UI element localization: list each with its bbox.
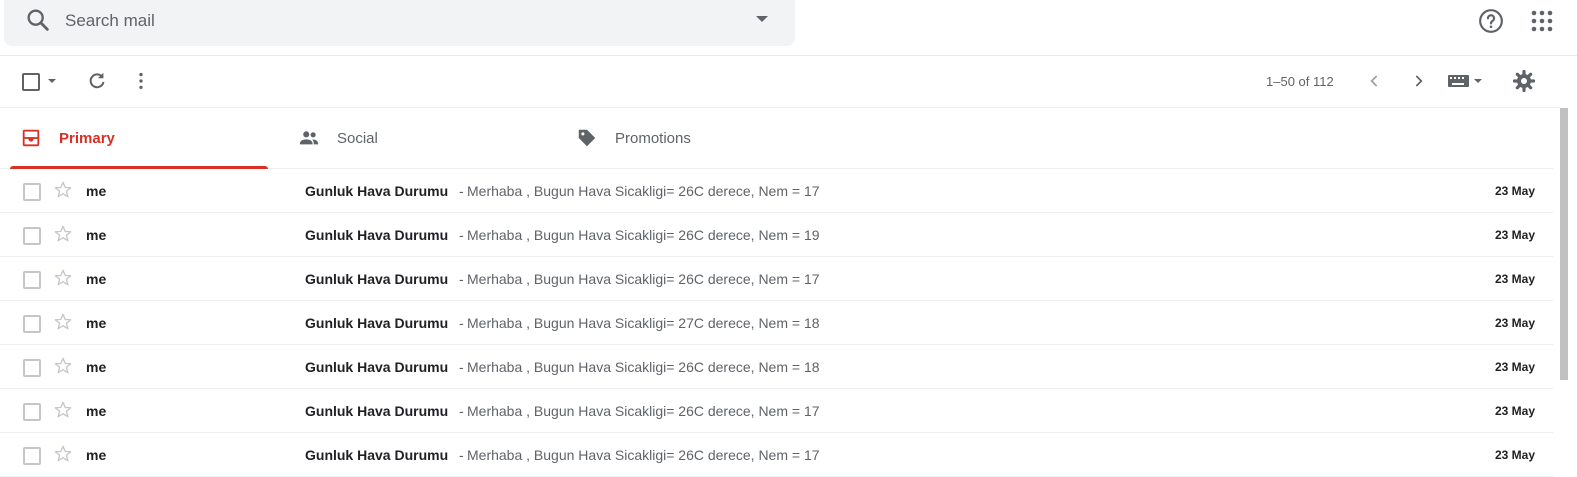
category-tabs: Primary Social Promotions <box>0 108 1553 169</box>
toolbar: 1–50 of 112 <box>0 56 1560 108</box>
top-bar: Search mail <box>0 0 1577 56</box>
email-subject: Gunluk Hava Durumu <box>305 403 449 419</box>
tab-social[interactable]: Social <box>278 108 546 168</box>
email-subject: Gunluk Hava Durumu <box>305 315 449 331</box>
email-sender: me <box>86 315 107 331</box>
row-checkbox[interactable] <box>23 359 41 377</box>
search-input[interactable]: Search mail <box>65 11 155 31</box>
row-checkbox[interactable] <box>23 403 41 421</box>
subject-separator: - <box>459 403 464 419</box>
tab-primary[interactable]: Primary <box>0 108 268 169</box>
search-options-icon[interactable] <box>756 16 768 22</box>
row-checkbox[interactable] <box>23 227 41 245</box>
inbox-icon <box>22 129 40 147</box>
select-all-checkbox[interactable] <box>22 73 40 91</box>
row-checkbox[interactable] <box>23 315 41 333</box>
scrollbar[interactable] <box>1560 108 1568 380</box>
email-snippet: Merhaba , Bugun Hava Sicakligi= 26C dere… <box>467 183 820 199</box>
star-icon[interactable] <box>53 268 73 288</box>
select-options-icon[interactable] <box>48 79 56 83</box>
gear-icon[interactable] <box>1512 69 1536 93</box>
email-row[interactable]: me Gunluk Hava Durumu - Merhaba , Bugun … <box>0 169 1553 213</box>
chevron-left-icon[interactable] <box>1365 71 1385 91</box>
star-icon[interactable] <box>53 224 73 244</box>
email-sender: me <box>86 403 107 419</box>
star-icon[interactable] <box>53 400 73 420</box>
email-subject: Gunluk Hava Durumu <box>305 447 449 463</box>
star-icon[interactable] <box>53 312 73 332</box>
subject-separator: - <box>459 447 464 463</box>
keyboard-icon[interactable] <box>1447 73 1483 89</box>
email-date: 23 May <box>1494 360 1535 374</box>
email-subject: Gunluk Hava Durumu <box>305 359 449 375</box>
subject-separator: - <box>459 271 464 287</box>
email-snippet: Merhaba , Bugun Hava Sicakligi= 26C dere… <box>467 227 820 243</box>
email-row[interactable]: me Gunluk Hava Durumu - Merhaba , Bugun … <box>0 257 1553 301</box>
email-date: 23 May <box>1494 272 1535 286</box>
row-checkbox[interactable] <box>23 271 41 289</box>
row-checkbox[interactable] <box>23 183 41 201</box>
subject-separator: - <box>459 227 464 243</box>
email-sender: me <box>86 447 107 463</box>
refresh-icon[interactable] <box>86 70 108 92</box>
email-date: 23 May <box>1494 448 1535 462</box>
email-snippet: Merhaba , Bugun Hava Sicakligi= 26C dere… <box>467 271 820 287</box>
subject-separator: - <box>459 183 464 199</box>
subject-separator: - <box>459 359 464 375</box>
tab-label: Social <box>337 130 378 147</box>
tab-promotions[interactable]: Promotions <box>556 108 824 168</box>
email-date: 23 May <box>1494 316 1535 330</box>
email-subject: Gunluk Hava Durumu <box>305 227 449 243</box>
tag-icon <box>578 129 596 147</box>
email-sender: me <box>86 227 107 243</box>
search-icon[interactable] <box>24 6 52 34</box>
email-subject: Gunluk Hava Durumu <box>305 271 449 287</box>
pagination-label: 1–50 of 112 <box>1266 74 1334 89</box>
email-snippet: Merhaba , Bugun Hava Sicakligi= 26C dere… <box>467 403 820 419</box>
apps-grid-icon[interactable] <box>1530 9 1554 33</box>
more-options-icon[interactable] <box>130 70 152 92</box>
email-row[interactable]: me Gunluk Hava Durumu - Merhaba , Bugun … <box>0 213 1553 257</box>
email-row[interactable]: me Gunluk Hava Durumu - Merhaba , Bugun … <box>0 345 1553 389</box>
email-subject: Gunluk Hava Durumu <box>305 183 449 199</box>
email-sender: me <box>86 271 107 287</box>
email-date: 23 May <box>1494 228 1535 242</box>
row-checkbox[interactable] <box>23 447 41 465</box>
email-row[interactable]: me Gunluk Hava Durumu - Merhaba , Bugun … <box>0 389 1553 433</box>
email-snippet: Merhaba , Bugun Hava Sicakligi= 27C dere… <box>467 315 820 331</box>
star-icon[interactable] <box>53 444 73 464</box>
email-snippet: Merhaba , Bugun Hava Sicakligi= 26C dere… <box>467 359 820 375</box>
email-sender: me <box>86 183 107 199</box>
star-icon[interactable] <box>53 180 73 200</box>
tab-label: Primary <box>59 130 115 147</box>
email-date: 23 May <box>1494 184 1535 198</box>
subject-separator: - <box>459 315 464 331</box>
email-row[interactable]: me Gunluk Hava Durumu - Merhaba , Bugun … <box>0 301 1553 345</box>
email-date: 23 May <box>1494 404 1535 418</box>
email-row[interactable]: me Gunluk Hava Durumu - Merhaba , Bugun … <box>0 433 1553 477</box>
search-bar[interactable]: Search mail <box>4 0 795 46</box>
email-snippet: Merhaba , Bugun Hava Sicakligi= 26C dere… <box>467 447 820 463</box>
star-icon[interactable] <box>53 356 73 376</box>
tab-label: Promotions <box>615 130 691 147</box>
people-icon <box>299 131 319 145</box>
email-sender: me <box>86 359 107 375</box>
help-circle-icon[interactable] <box>1478 8 1504 34</box>
chevron-right-icon[interactable] <box>1408 71 1428 91</box>
email-list: me Gunluk Hava Durumu - Merhaba , Bugun … <box>0 169 1553 477</box>
